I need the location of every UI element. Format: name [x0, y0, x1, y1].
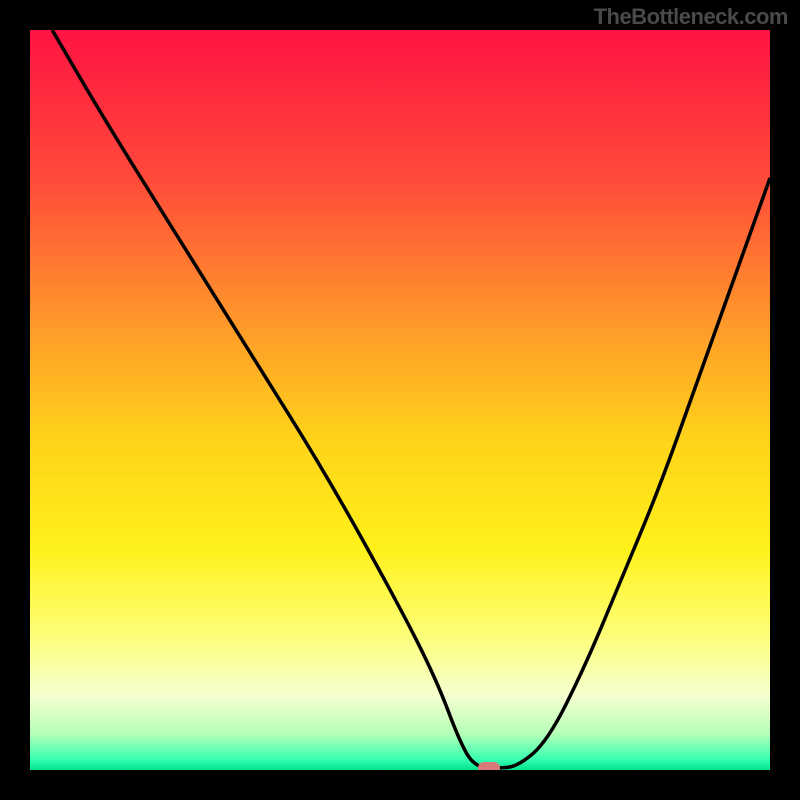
- plot-area: [30, 30, 770, 770]
- watermark-text: TheBottleneck.com: [594, 4, 788, 30]
- optimal-marker: [478, 762, 500, 770]
- bottleneck-curve: [52, 30, 770, 768]
- chart-frame: TheBottleneck.com: [0, 0, 800, 800]
- curve-layer: [30, 30, 770, 770]
